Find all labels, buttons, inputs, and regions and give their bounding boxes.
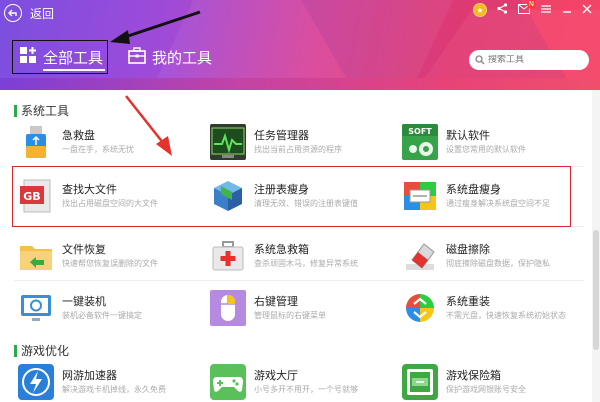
back-button[interactable]: 返回 — [4, 3, 54, 23]
folder-restore-icon — [18, 238, 54, 274]
tab-my-tools[interactable]: 我的工具 — [128, 40, 212, 74]
tool-name: 一键装机 — [62, 294, 106, 308]
tool-name: 任务管理器 — [254, 128, 309, 142]
tool-item-file-recovery[interactable]: 文件恢复 快速帮您恢复误删除的文件 — [18, 236, 198, 276]
header: 返回 ★ N 全部工具 我的工具 搜索工具 — [0, 0, 600, 90]
tool-desc: 管理鼠标的右键菜单 — [254, 310, 326, 320]
tool-item-default-software[interactable]: SOFT 默认软件 设置您常用的默认软件 — [402, 122, 582, 162]
tool-desc: 查杀顽固木马，修复异常系统 — [254, 258, 358, 268]
annotation-highlight-box — [12, 166, 571, 227]
tool-desc: 设置您常用的默认软件 — [446, 144, 526, 154]
tool-name: 急救盘 — [62, 128, 95, 142]
tool-item-system-reinstall[interactable]: 系统重装 不需光盘，快速恢复系统初始状态 — [402, 288, 582, 328]
section-title: 系统工具 — [21, 104, 70, 118]
row-divider — [14, 280, 584, 281]
tool-name: 右键管理 — [254, 294, 298, 308]
tool-list: 系统工具 急救盘 一盘在手，系统无忧 任务管理器 找出当前占用资源的程序 SOF… — [0, 90, 592, 402]
mail-icon[interactable]: N — [518, 0, 536, 17]
tool-name: 磁盘擦除 — [446, 242, 490, 256]
share-icon[interactable] — [497, 3, 508, 17]
tool-item-disk-wipe[interactable]: 磁盘擦除 彻底擦除磁盘数据，保护隐私 — [402, 236, 582, 276]
tool-item-task-manager[interactable]: 任务管理器 找出当前占用资源的程序 — [210, 122, 390, 162]
tool-desc: 彻底擦除磁盘数据，保护隐私 — [446, 258, 550, 268]
tab-all-tools-label: 全部工具 — [43, 48, 104, 67]
tool-desc: 找出当前占用资源的程序 — [254, 144, 342, 154]
tool-desc: 快速帮您恢复误删除的文件 — [62, 258, 158, 268]
menu-icon[interactable] — [540, 4, 552, 17]
tool-desc: 解决游戏卡机掉线，永久免费 — [62, 384, 166, 394]
search-icon — [475, 55, 485, 65]
tool-item-game-accelerator[interactable]: 网游加速器 解决游戏卡机掉线，永久免费 — [18, 362, 198, 402]
safe-box-icon — [402, 364, 438, 400]
scrollbar-thumb[interactable] — [593, 230, 599, 350]
section-bar — [14, 344, 17, 357]
tool-desc: 保护游戏网银账号安全 — [446, 384, 526, 394]
tool-name: 默认软件 — [446, 128, 490, 142]
tab-my-tools-label: 我的工具 — [152, 48, 213, 67]
back-label: 返回 — [30, 6, 55, 21]
back-arrow-icon — [4, 4, 22, 22]
active-tab-underline — [43, 69, 105, 71]
section-bar — [14, 104, 17, 117]
usb-rescue-icon — [18, 124, 54, 160]
soft-gear-icon: SOFT — [402, 124, 438, 160]
coin-icon[interactable]: ★ — [473, 3, 487, 17]
svg-text:SOFT: SOFT — [408, 127, 432, 136]
lightning-icon — [18, 364, 54, 400]
search-box[interactable] — [469, 50, 589, 70]
header-strip — [0, 78, 600, 90]
tool-item-game-hall[interactable]: 游戏大厅 小号多开不用开，一个号就够 — [210, 362, 390, 402]
tool-item-right-click-manager[interactable]: 右键管理 管理鼠标的右键菜单 — [210, 288, 390, 328]
section-system-tools: 系统工具 — [14, 102, 69, 119]
tab-all-tools[interactable]: 全部工具 — [12, 40, 108, 74]
close-icon[interactable] — [582, 4, 592, 17]
tool-item-one-click-install[interactable]: 一键装机 装机必备软件一键搞定 — [18, 288, 198, 328]
toolbox-icon — [128, 46, 146, 68]
windows-reinstall-icon — [402, 290, 438, 326]
tool-desc: 一盘在手，系统无忧 — [62, 144, 134, 154]
search-input[interactable] — [488, 55, 578, 65]
tool-desc: 小号多开不用开，一个号就够 — [254, 384, 358, 394]
section-title: 游戏优化 — [21, 344, 70, 358]
tool-item-system-rescue-kit[interactable]: 系统急救箱 查杀顽固木马，修复异常系统 — [210, 236, 390, 276]
first-aid-icon — [210, 238, 246, 274]
tool-name: 文件恢复 — [62, 242, 106, 256]
tool-desc: 不需光盘，快速恢复系统初始状态 — [446, 310, 566, 320]
grid-plus-icon — [19, 46, 37, 68]
mouse-icon — [210, 290, 246, 326]
tool-name: 网游加速器 — [62, 368, 117, 382]
task-monitor-icon — [210, 124, 246, 160]
tool-item-game-safe[interactable]: 游戏保险箱 保护游戏网银账号安全 — [402, 362, 582, 402]
tool-item-usb-rescue[interactable]: 急救盘 一盘在手，系统无忧 — [18, 122, 198, 162]
scrollbar[interactable] — [592, 90, 600, 402]
monitor-install-icon — [18, 290, 54, 326]
section-game-optimization: 游戏优化 — [14, 342, 69, 359]
minimize-icon[interactable] — [562, 4, 572, 17]
eraser-icon — [402, 238, 438, 274]
tool-name: 系统急救箱 — [254, 242, 309, 256]
window-controls: ★ N — [473, 0, 592, 17]
gamepad-icon — [210, 364, 246, 400]
tool-name: 系统重装 — [446, 294, 490, 308]
tool-name: 游戏保险箱 — [446, 368, 501, 382]
mail-badge: N — [526, 0, 536, 9]
tool-desc: 装机必备软件一键搞定 — [62, 310, 142, 320]
tool-name: 游戏大厅 — [254, 368, 298, 382]
